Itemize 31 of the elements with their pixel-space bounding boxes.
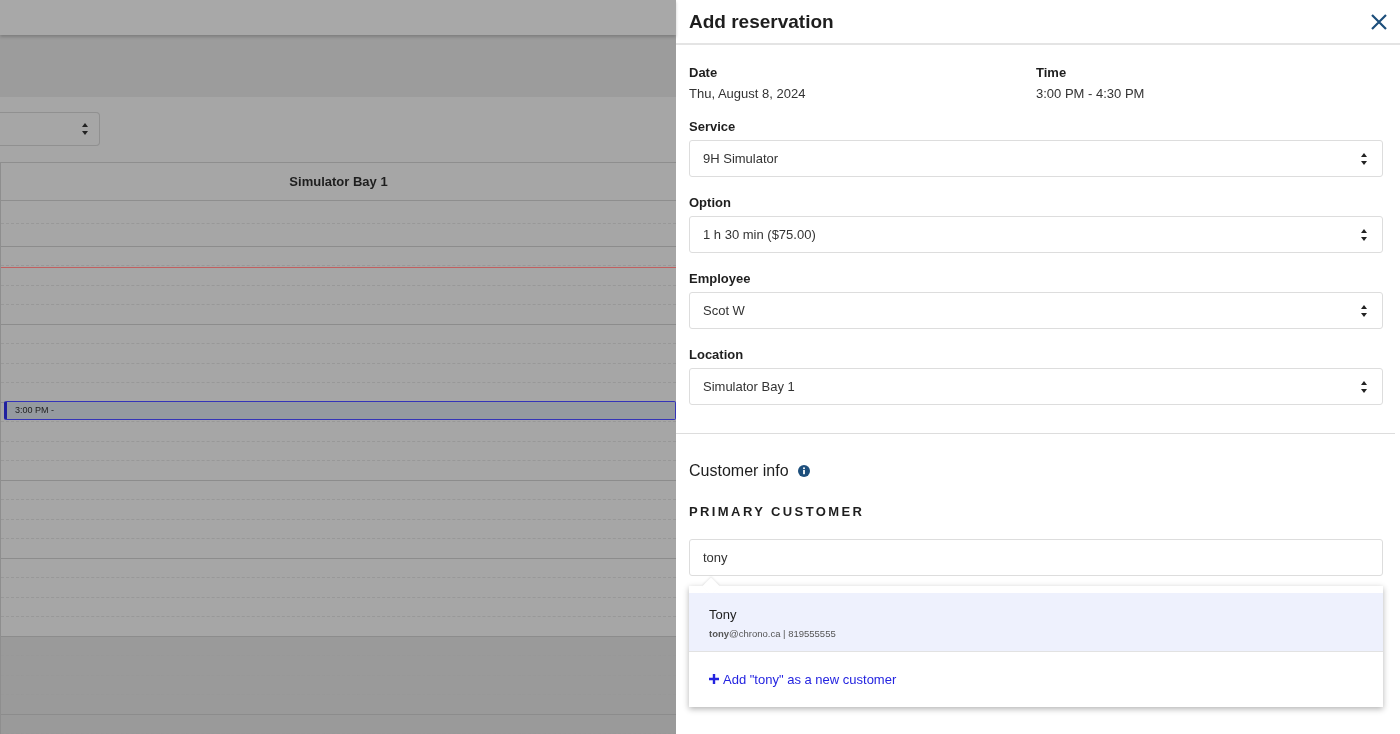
- field-label: Location: [689, 347, 745, 362]
- calendar-event[interactable]: 3:00 PM -: [4, 400, 676, 420]
- spinner-arrows-icon: [1360, 303, 1368, 318]
- field-value: Thu, August 8, 2024: [689, 86, 807, 101]
- section-label: PRIMARY CUSTOMER: [689, 504, 866, 519]
- field-label: Time: [1036, 65, 1068, 80]
- customer-result[interactable]: Tony tony@chrono.ca | 819555555: [689, 593, 1383, 652]
- field-label: Service: [689, 119, 737, 134]
- select-field[interactable]: Simulator Bay 1: [689, 368, 1383, 405]
- select-field[interactable]: [0, 112, 100, 147]
- panel-title: Add reservation: [689, 10, 834, 33]
- spinner-arrows-icon: [1360, 151, 1368, 166]
- spinner-arrows-icon: [81, 122, 89, 137]
- select-field[interactable]: 1 h 30 min ($75.00): [689, 216, 1383, 253]
- select-field[interactable]: 9H Simulator: [689, 140, 1383, 177]
- field-value: 3:00 PM - 4:30 PM: [1036, 86, 1146, 101]
- field-label: Option: [689, 195, 732, 210]
- customer-detail: tony@chrono.ca | 819555555: [709, 628, 837, 639]
- field-label: Employee: [689, 271, 752, 286]
- customer-search-field[interactable]: tony: [689, 539, 1383, 576]
- column-header: Simulator Bay 1: [1, 162, 676, 201]
- section-heading: Customer info: [689, 462, 789, 480]
- spinner-arrows-icon: [1360, 227, 1368, 242]
- select-field[interactable]: Scot W: [689, 292, 1383, 329]
- customer-name: Tony: [709, 607, 738, 622]
- spinner-arrows-icon: [1360, 379, 1368, 394]
- plus-icon: [709, 674, 719, 684]
- info-icon[interactable]: [797, 465, 810, 477]
- field-label: Date: [689, 65, 719, 80]
- close-icon[interactable]: [1370, 12, 1388, 31]
- add-customer-link[interactable]: Add "tony" as a new customer: [709, 671, 897, 687]
